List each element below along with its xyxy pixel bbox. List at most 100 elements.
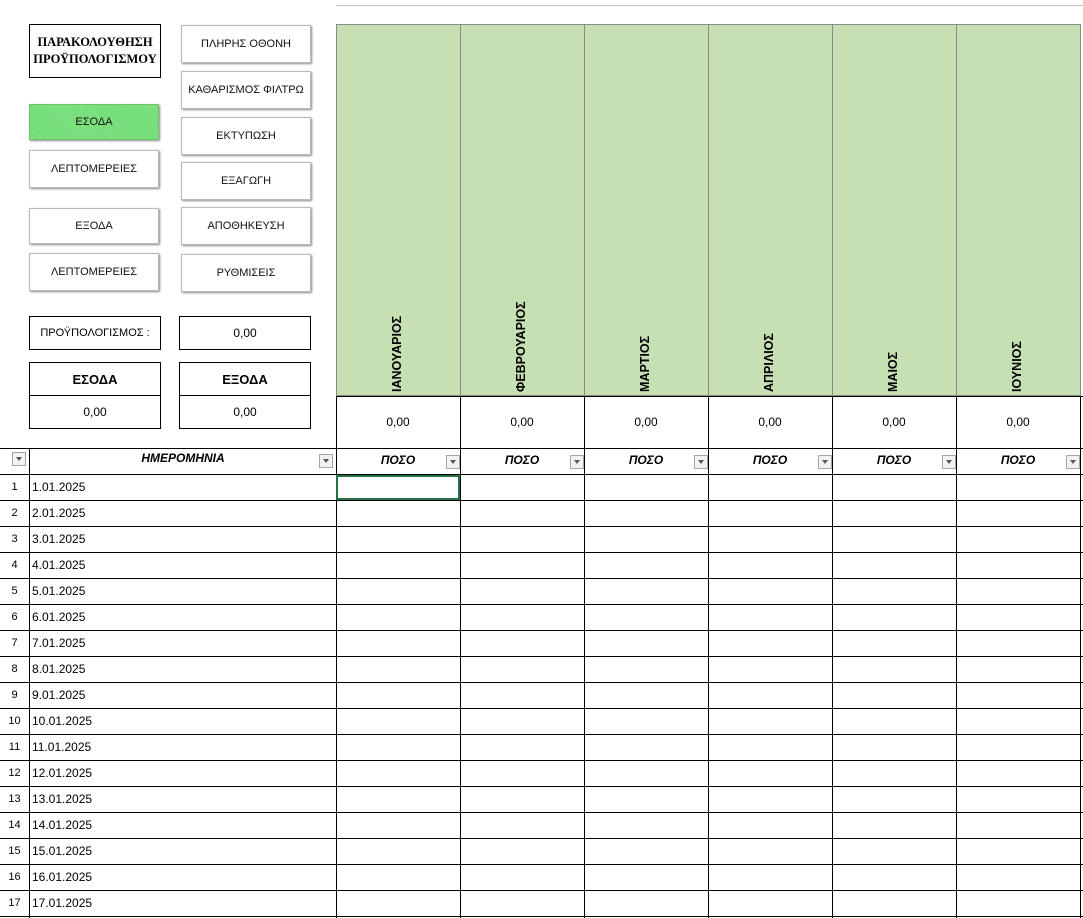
amount-cell[interactable] bbox=[956, 657, 1080, 682]
amount-cell[interactable] bbox=[460, 501, 584, 526]
expenses-button[interactable]: ΕΞΟΔΑ bbox=[29, 208, 159, 244]
amount-filter-dropdown[interactable] bbox=[942, 455, 956, 469]
amount-cell[interactable] bbox=[460, 605, 584, 630]
amount-cell[interactable] bbox=[336, 735, 460, 760]
date-cell[interactable]: 13.01.2025 bbox=[32, 792, 92, 806]
date-cell[interactable]: 15.01.2025 bbox=[32, 844, 92, 858]
amount-cell[interactable] bbox=[584, 527, 708, 552]
amount-cell[interactable] bbox=[832, 787, 956, 812]
amount-cell[interactable] bbox=[832, 683, 956, 708]
amount-cell[interactable] bbox=[460, 813, 584, 838]
amount-cell[interactable] bbox=[460, 683, 584, 708]
amount-cell[interactable] bbox=[956, 891, 1080, 916]
amount-cell[interactable] bbox=[956, 631, 1080, 656]
amount-cell[interactable] bbox=[460, 839, 584, 864]
amount-cell[interactable] bbox=[956, 839, 1080, 864]
amount-cell[interactable] bbox=[708, 761, 832, 786]
amount-cell[interactable] bbox=[832, 865, 956, 890]
amount-cell[interactable] bbox=[336, 553, 460, 578]
amount-cell[interactable] bbox=[460, 709, 584, 734]
amount-cell[interactable] bbox=[708, 553, 832, 578]
amount-cell[interactable] bbox=[832, 605, 956, 630]
amount-cell[interactable] bbox=[584, 683, 708, 708]
amount-cell[interactable] bbox=[336, 579, 460, 604]
amount-cell[interactable] bbox=[956, 475, 1080, 500]
amount-cell[interactable] bbox=[708, 813, 832, 838]
amount-cell[interactable] bbox=[584, 475, 708, 500]
amount-cell[interactable] bbox=[956, 683, 1080, 708]
amount-cell[interactable] bbox=[956, 735, 1080, 760]
amount-cell[interactable] bbox=[956, 501, 1080, 526]
amount-cell[interactable] bbox=[708, 475, 832, 500]
amount-cell[interactable] bbox=[832, 579, 956, 604]
amount-cell[interactable] bbox=[584, 631, 708, 656]
amount-cell[interactable] bbox=[584, 761, 708, 786]
amount-cell[interactable] bbox=[460, 475, 584, 500]
amount-cell[interactable] bbox=[584, 709, 708, 734]
amount-cell[interactable] bbox=[460, 579, 584, 604]
date-cell[interactable]: 6.01.2025 bbox=[32, 610, 85, 624]
amount-cell[interactable] bbox=[708, 865, 832, 890]
amount-filter-dropdown[interactable] bbox=[694, 455, 708, 469]
income-button[interactable]: ΕΣΟΔΑ bbox=[29, 104, 159, 140]
amount-cell[interactable] bbox=[584, 501, 708, 526]
amount-cell[interactable] bbox=[460, 735, 584, 760]
print-button[interactable]: ΕΚΤΥΠΩΣΗ bbox=[181, 117, 311, 155]
amount-cell[interactable] bbox=[832, 891, 956, 916]
active-cell[interactable] bbox=[336, 475, 460, 500]
amount-cell[interactable] bbox=[336, 683, 460, 708]
income-details-button[interactable]: ΛΕΠΤΟΜΕΡΕΙΕΣ bbox=[29, 150, 159, 188]
date-cell[interactable]: 10.01.2025 bbox=[32, 714, 92, 728]
export-button[interactable]: ΕΞΑΓΩΓΗ bbox=[181, 162, 311, 200]
amount-cell[interactable] bbox=[584, 787, 708, 812]
amount-cell[interactable] bbox=[336, 657, 460, 682]
amount-cell[interactable] bbox=[336, 865, 460, 890]
amount-cell[interactable] bbox=[336, 709, 460, 734]
amount-cell[interactable] bbox=[832, 553, 956, 578]
amount-cell[interactable] bbox=[584, 865, 708, 890]
date-cell[interactable]: 7.01.2025 bbox=[32, 636, 85, 650]
amount-cell[interactable] bbox=[336, 787, 460, 812]
amount-cell[interactable] bbox=[956, 787, 1080, 812]
amount-cell[interactable] bbox=[956, 553, 1080, 578]
amount-cell[interactable] bbox=[832, 657, 956, 682]
amount-filter-dropdown[interactable] bbox=[446, 455, 460, 469]
amount-cell[interactable] bbox=[708, 657, 832, 682]
date-cell[interactable]: 1.01.2025 bbox=[32, 480, 85, 494]
amount-cell[interactable] bbox=[832, 761, 956, 786]
date-filter-dropdown[interactable] bbox=[319, 454, 333, 468]
amount-cell[interactable] bbox=[460, 865, 584, 890]
date-cell[interactable]: 16.01.2025 bbox=[32, 870, 92, 884]
amount-filter-dropdown[interactable] bbox=[570, 455, 584, 469]
amount-cell[interactable] bbox=[460, 657, 584, 682]
amount-cell[interactable] bbox=[336, 761, 460, 786]
amount-filter-dropdown[interactable] bbox=[1066, 455, 1080, 469]
amount-cell[interactable] bbox=[832, 735, 956, 760]
date-cell[interactable]: 5.01.2025 bbox=[32, 584, 85, 598]
amount-cell[interactable] bbox=[956, 579, 1080, 604]
amount-cell[interactable] bbox=[832, 709, 956, 734]
amount-filter-dropdown[interactable] bbox=[818, 455, 832, 469]
amount-cell[interactable] bbox=[584, 735, 708, 760]
amount-cell[interactable] bbox=[708, 579, 832, 604]
clear-filters-button[interactable]: ΚΑΘΑΡΙΣΜΟΣ ΦΙΛΤΡΩ bbox=[181, 71, 311, 109]
amount-cell[interactable] bbox=[584, 839, 708, 864]
amount-cell[interactable] bbox=[336, 839, 460, 864]
amount-cell[interactable] bbox=[708, 605, 832, 630]
amount-cell[interactable] bbox=[584, 553, 708, 578]
fullscreen-button[interactable]: ΠΛΗΡΗΣ ΟΘΟΝΗ bbox=[181, 25, 311, 63]
amount-cell[interactable] bbox=[336, 631, 460, 656]
amount-cell[interactable] bbox=[708, 787, 832, 812]
amount-cell[interactable] bbox=[832, 475, 956, 500]
amount-cell[interactable] bbox=[584, 657, 708, 682]
amount-cell[interactable] bbox=[956, 605, 1080, 630]
date-cell[interactable]: 17.01.2025 bbox=[32, 896, 92, 910]
amount-cell[interactable] bbox=[708, 709, 832, 734]
date-cell[interactable]: 12.01.2025 bbox=[32, 766, 92, 780]
amount-cell[interactable] bbox=[832, 813, 956, 838]
amount-cell[interactable] bbox=[708, 735, 832, 760]
amount-cell[interactable] bbox=[708, 631, 832, 656]
amount-cell[interactable] bbox=[956, 527, 1080, 552]
date-cell[interactable]: 8.01.2025 bbox=[32, 662, 85, 676]
settings-button[interactable]: ΡΥΘΜΙΣΕΙΣ bbox=[181, 254, 311, 292]
